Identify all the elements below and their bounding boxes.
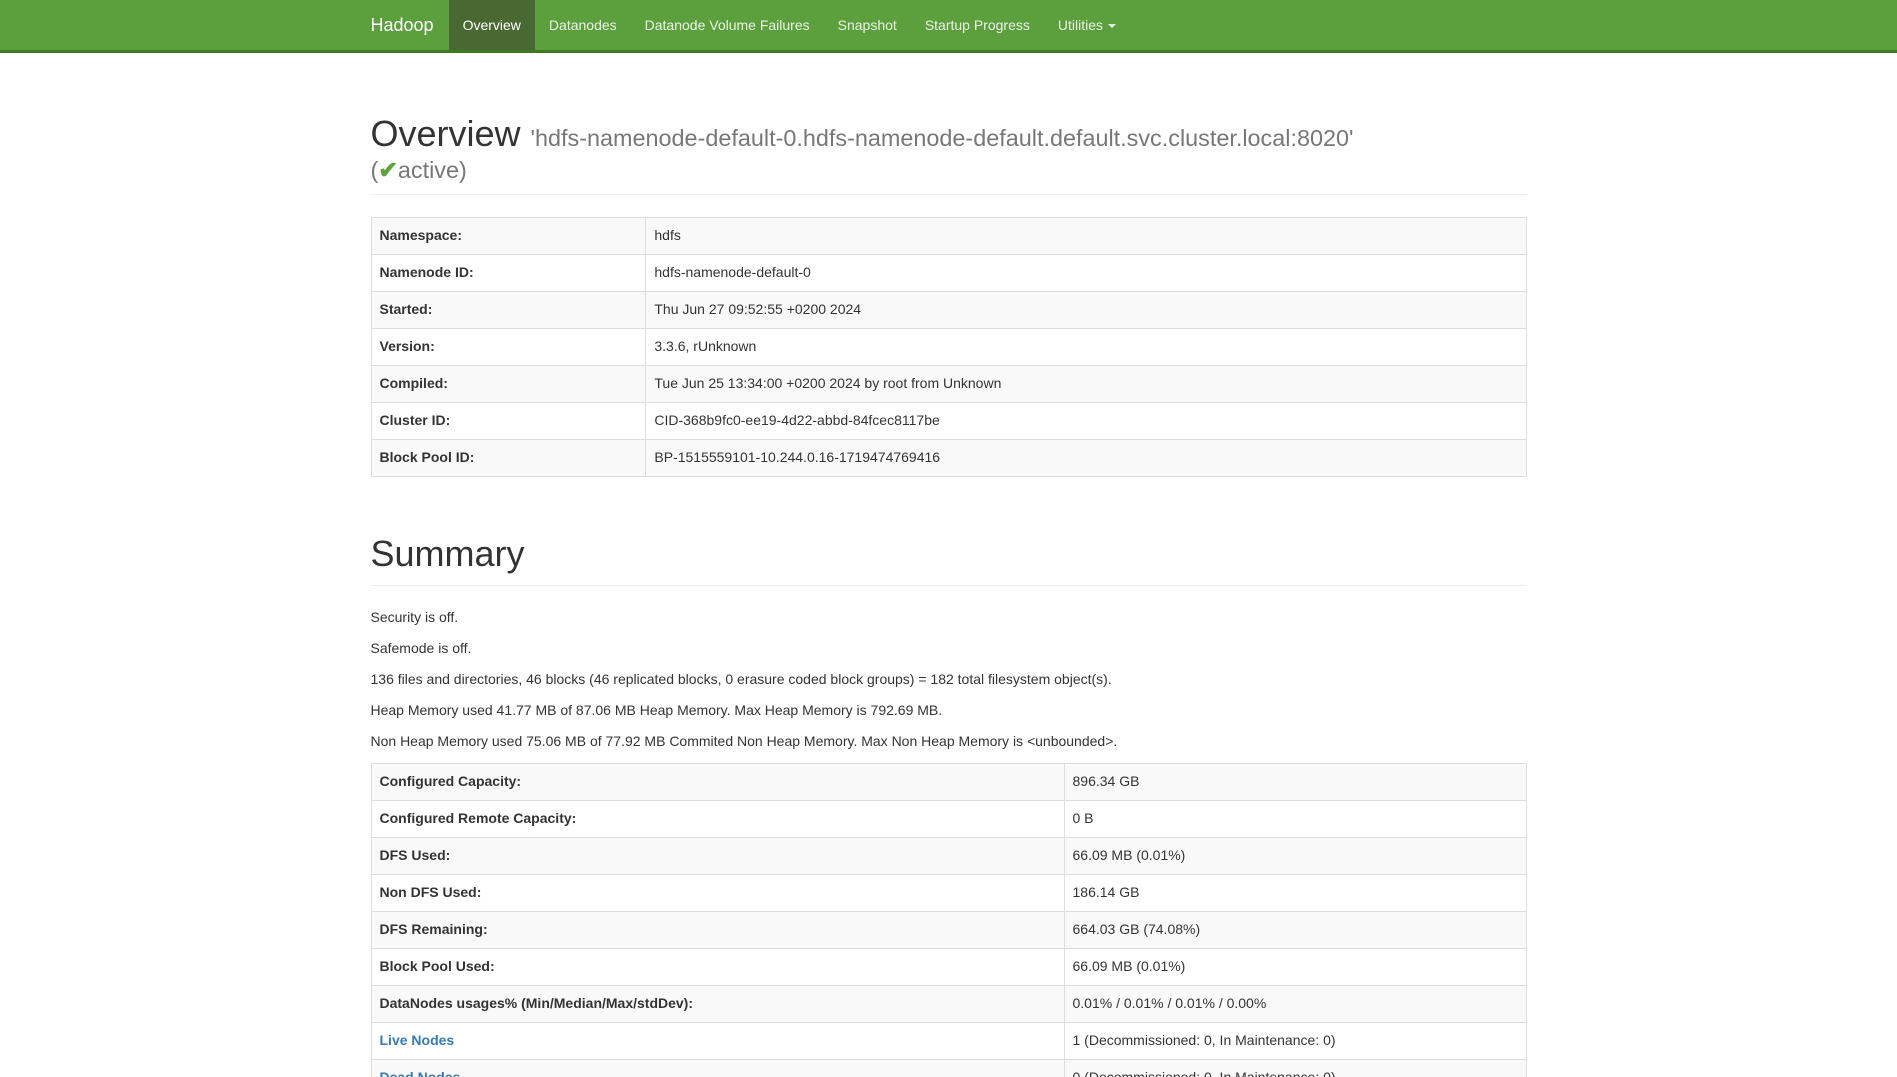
summary-row-label: Configured Remote Capacity:	[371, 801, 1064, 838]
info-row-value: CID-368b9fc0-ee19-4d22-abbd-84fcec8117be	[646, 403, 1526, 440]
summary-row-dead-nodes: Dead Nodes 0 (Decommissioned: 0, In Main…	[371, 1059, 1526, 1077]
info-row-started: Started: Thu Jun 27 09:52:55 +0200 2024	[371, 292, 1526, 329]
summary-line-4: Heap Memory used 41.77 MB of 87.06 MB He…	[371, 701, 1527, 721]
summary-row-label: DFS Remaining:	[371, 912, 1064, 949]
summary-row-value: 0 B	[1064, 801, 1526, 838]
summary-table-body: Configured Capacity: 896.34 GB Configure…	[371, 764, 1526, 1077]
info-row-cluster-id: Cluster ID: CID-368b9fc0-ee19-4d22-abbd-…	[371, 403, 1526, 440]
live-nodes-link[interactable]: Live Nodes	[380, 1032, 455, 1048]
summary-row-live-nodes: Live Nodes 1 (Decommissioned: 0, In Main…	[371, 1022, 1526, 1059]
navbar-item-overview[interactable]: Overview	[449, 0, 535, 50]
dead-nodes-link[interactable]: Dead Nodes	[380, 1069, 461, 1077]
namenode-info-table: Namespace: hdfs Namenode ID: hdfs-nameno…	[371, 217, 1527, 477]
info-row-value: BP-1515559101-10.244.0.16-1719474769416	[646, 440, 1526, 477]
navbar-menu: Overview Datanodes Datanode Volume Failu…	[449, 0, 1130, 50]
info-row-label: Block Pool ID:	[371, 440, 646, 477]
summary-row-value: 896.34 GB	[1064, 764, 1526, 801]
navbar-item-datanode-volume-failures[interactable]: Datanode Volume Failures	[631, 0, 824, 50]
summary-row-label: Live Nodes	[371, 1022, 1064, 1059]
summary-line-3: 136 files and directories, 46 blocks (46…	[371, 670, 1527, 690]
info-row-value: Thu Jun 27 09:52:55 +0200 2024	[646, 292, 1526, 329]
main-content: Overview 'hdfs-namenode-default-0.hdfs-n…	[356, 111, 1542, 1077]
info-row-namenode-id: Namenode ID: hdfs-namenode-default-0	[371, 255, 1526, 292]
summary-paragraphs: Security is off. Safemode is off. 136 file…	[371, 608, 1527, 752]
info-row-label: Namenode ID:	[371, 255, 646, 292]
summary-row-dfs-used: DFS Used: 66.09 MB (0.01%)	[371, 838, 1526, 875]
summary-row-label: Dead Nodes	[371, 1059, 1064, 1077]
summary-row-value: 664.03 GB (74.08%)	[1064, 912, 1526, 949]
summary-row-value: 0 (Decommissioned: 0, In Maintenance: 0)	[1064, 1059, 1526, 1077]
summary-row-label: Configured Capacity:	[371, 764, 1064, 801]
summary-row-value: 1 (Decommissioned: 0, In Maintenance: 0)	[1064, 1022, 1526, 1059]
summary-row-label: DFS Used:	[371, 838, 1064, 875]
info-row-value: hdfs-namenode-default-0	[646, 255, 1526, 292]
summary-row-label: DataNodes usages% (Min/Median/Max/stdDev…	[371, 985, 1064, 1022]
info-row-label: Cluster ID:	[371, 403, 646, 440]
summary-row-configured-capacity: Configured Capacity: 896.34 GB	[371, 764, 1526, 801]
info-row-label: Version:	[371, 329, 646, 366]
navbar-item-startup-progress[interactable]: Startup Progress	[911, 0, 1044, 50]
summary-title: Summary	[371, 531, 1527, 576]
navbar-item-datanodes[interactable]: Datanodes	[535, 0, 631, 50]
summary-row-value: 66.09 MB (0.01%)	[1064, 838, 1526, 875]
summary-row-datanodes-usages-min-median-max-stddev: DataNodes usages% (Min/Median/Max/stdDev…	[371, 985, 1526, 1022]
active-check-icon: ✔	[378, 157, 398, 183]
info-row-version: Version: 3.3.6, rUnknown	[371, 329, 1526, 366]
summary-line-1: Security is off.	[371, 608, 1527, 628]
summary-row-label: Non DFS Used:	[371, 875, 1064, 912]
summary-row-dfs-remaining: DFS Remaining: 664.03 GB (74.08%)	[371, 912, 1526, 949]
summary-row-value: 0.01% / 0.01% / 0.01% / 0.00%	[1064, 985, 1526, 1022]
page-title-text: Overview	[371, 113, 521, 154]
info-row-label: Namespace:	[371, 218, 646, 255]
summary-row-value: 66.09 MB (0.01%)	[1064, 948, 1526, 985]
summary-line-2: Safemode is off.	[371, 639, 1527, 659]
info-table-body: Namespace: hdfs Namenode ID: hdfs-nameno…	[371, 218, 1526, 477]
summary-table: Configured Capacity: 896.34 GB Configure…	[371, 763, 1527, 1077]
summary-row-block-pool-used: Block Pool Used: 66.09 MB (0.01%)	[371, 948, 1526, 985]
navbar-brand[interactable]: Hadoop	[356, 0, 449, 50]
info-row-label: Started:	[371, 292, 646, 329]
info-row-value: 3.3.6, rUnknown	[646, 329, 1526, 366]
summary-row-label: Block Pool Used:	[371, 948, 1064, 985]
overview-header: Overview 'hdfs-namenode-default-0.hdfs-n…	[371, 111, 1527, 195]
namenode-address: 'hdfs-namenode-default-0.hdfs-namenode-d…	[371, 125, 1527, 185]
info-row-label: Compiled:	[371, 366, 646, 403]
info-row-value: Tue Jun 25 13:34:00 +0200 2024 by root f…	[646, 366, 1526, 403]
navbar-item-utilities[interactable]: Utilities	[1044, 0, 1130, 50]
caret-down-icon	[1108, 24, 1116, 28]
info-row-compiled: Compiled: Tue Jun 25 13:34:00 +0200 2024…	[371, 366, 1526, 403]
summary-line-5: Non Heap Memory used 75.06 MB of 77.92 M…	[371, 732, 1527, 752]
info-row-block-pool-id: Block Pool ID: BP-1515559101-10.244.0.16…	[371, 440, 1526, 477]
navbar-item-snapshot[interactable]: Snapshot	[824, 0, 911, 50]
info-row-namespace: Namespace: hdfs	[371, 218, 1526, 255]
summary-row-value: 186.14 GB	[1064, 875, 1526, 912]
summary-header: Summary	[371, 531, 1527, 586]
summary-row-configured-remote-capacity: Configured Remote Capacity: 0 B	[371, 801, 1526, 838]
navbar: Hadoop Overview Datanodes Datanode Volum…	[0, 0, 1897, 53]
info-row-value: hdfs	[646, 218, 1526, 255]
page-title: Overview 'hdfs-namenode-default-0.hdfs-n…	[371, 111, 1527, 185]
namenode-state: (✔active)	[371, 156, 1527, 185]
summary-row-non-dfs-used: Non DFS Used: 186.14 GB	[371, 875, 1526, 912]
